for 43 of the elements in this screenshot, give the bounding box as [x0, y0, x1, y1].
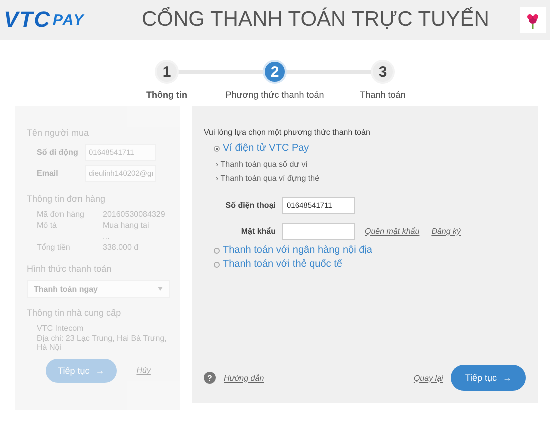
- help-icon[interactable]: ?: [204, 372, 216, 384]
- payment-method-option[interactable]: Thanh toán với ngân hàng nội địa: [214, 245, 526, 256]
- caret-icon: [158, 287, 163, 291]
- step-number: 1: [155, 60, 179, 84]
- section-heading: Thông tin đơn hàng: [27, 194, 106, 204]
- order-value: 338.000 đ: [103, 243, 139, 252]
- back-link[interactable]: Quay lại: [414, 374, 444, 382]
- radio-button[interactable]: [214, 248, 220, 254]
- radio-button[interactable]: [214, 146, 220, 152]
- step-label: Phương thức thanh toán: [226, 90, 324, 100]
- field-label: Mật khẩu: [240, 227, 277, 236]
- flower-logo-icon: [520, 7, 546, 33]
- payment-method-option[interactable]: Ví điện tử VTC Pay: [214, 143, 526, 154]
- order-value: Mua hang tai: [103, 221, 150, 230]
- order-value: 20160530084329: [103, 210, 166, 219]
- step-number: 2: [263, 60, 287, 84]
- order-label: Mã đơn hàng: [37, 210, 86, 219]
- order-label: Tổng tiền: [37, 243, 72, 252]
- step-label: Thông tin: [146, 90, 188, 100]
- logo: VTCPAY: [4, 7, 86, 33]
- order-value: ...: [103, 232, 110, 241]
- instruction-text: Vui lòng lựa chọn một phương thức thanh toán: [204, 128, 372, 137]
- provider-info: Địa chỉ: 23 Lạc Trung, Hai Bà Trưng, Hà Nội: [37, 334, 168, 353]
- field-label: Số điện thoại: [224, 201, 277, 210]
- help-link[interactable]: Hướng dẫn: [224, 374, 264, 382]
- sub-option[interactable]: › Thanh toán qua số dư ví: [216, 160, 526, 169]
- radio-button[interactable]: [214, 262, 220, 268]
- section-heading: Thông tin nhà cung cấp: [27, 308, 122, 318]
- link[interactable]: Quên mật khẩu: [365, 227, 420, 236]
- section-heading: Tên người mua: [27, 128, 90, 138]
- payment-method-option[interactable]: Thanh toán với thẻ quốc tế: [214, 259, 526, 270]
- page-title: CỔNG THANH TOÁN TRỰC TUYẾN: [141, 8, 490, 32]
- section-heading: Hình thức thanh toán: [27, 264, 113, 274]
- provider-info: VTC Intecom: [37, 324, 85, 334]
- order-label: Mô tả: [37, 221, 58, 230]
- sub-option[interactable]: › Thanh toán qua ví đựng thẻ: [216, 174, 526, 183]
- step-number: 3: [371, 60, 395, 84]
- link[interactable]: Đăng ký: [432, 227, 462, 236]
- step-label: Thanh toán: [360, 90, 406, 100]
- field-label: Email: [37, 169, 60, 178]
- continue-button[interactable]: Tiếp tục →: [451, 365, 526, 391]
- input-field[interactable]: [282, 223, 355, 240]
- field-label: Số di động: [37, 148, 80, 157]
